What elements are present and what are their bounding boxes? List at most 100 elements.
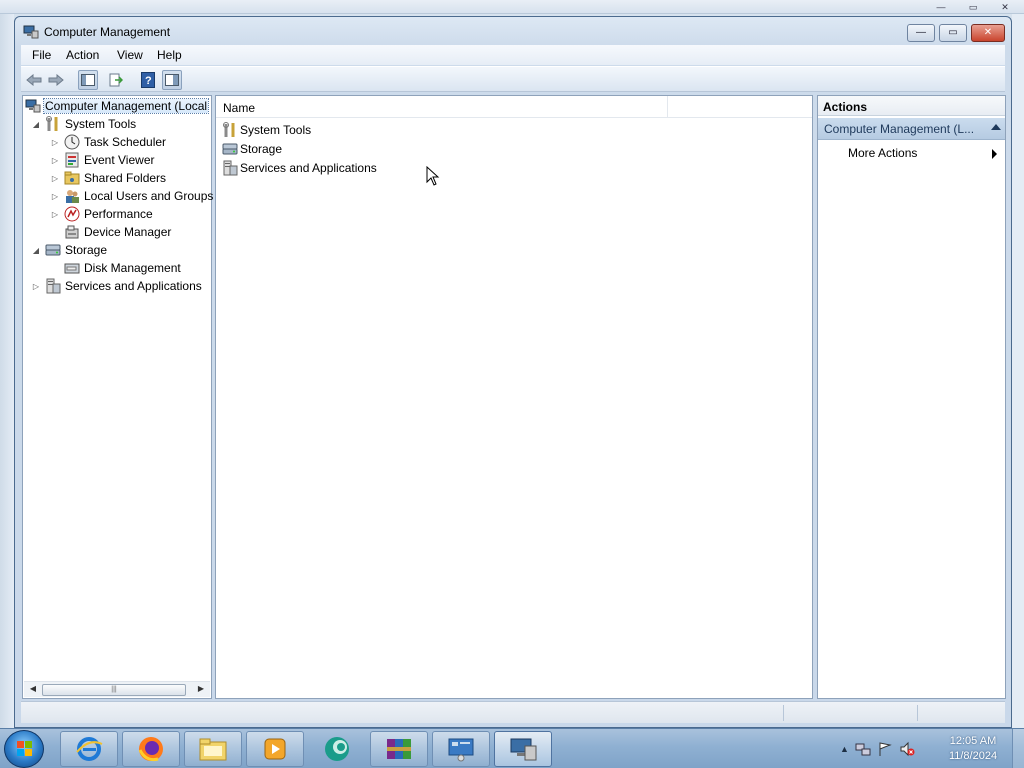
computer-management-icon xyxy=(510,738,537,761)
show-desktop-button[interactable] xyxy=(1012,729,1024,768)
tree-node-device-manager[interactable]: Device Manager xyxy=(64,223,172,241)
system-clock[interactable]: 12:05 AM 11/8/2024 xyxy=(940,734,1006,764)
disk-management-icon xyxy=(64,260,80,276)
taskbar-computer-management[interactable] xyxy=(494,731,552,767)
scroll-left-arrow-icon[interactable]: ◀ xyxy=(26,684,40,696)
taskbar-winrar[interactable] xyxy=(370,731,428,767)
services-icon xyxy=(45,278,61,294)
taskbar-file-explorer[interactable] xyxy=(184,731,242,767)
background-window-titlebar: — ▭ ✕ xyxy=(0,0,1024,14)
clock-time: 12:05 AM xyxy=(949,735,997,747)
clock-date: 11/8/2024 xyxy=(948,750,998,762)
scroll-right-arrow-icon[interactable]: ▶ xyxy=(194,684,208,696)
back-arrow-icon[interactable] xyxy=(24,70,44,90)
list-item-services-applications[interactable]: Services and Applications xyxy=(222,159,377,177)
expand-arrow-icon[interactable]: ▷ xyxy=(50,210,60,219)
minimize-button[interactable]: — xyxy=(907,24,935,42)
tree-node-disk-management[interactable]: Disk Management xyxy=(64,259,182,277)
tree-node-local-users-groups[interactable]: ▷ Local Users and Groups xyxy=(50,187,214,205)
show-hide-console-tree-icon[interactable] xyxy=(78,70,98,90)
bg-minimize-icon[interactable]: — xyxy=(930,2,952,12)
event-viewer-icon xyxy=(64,152,80,168)
start-button[interactable] xyxy=(4,730,44,768)
tree-node-event-viewer[interactable]: ▷ Event Viewer xyxy=(50,151,155,169)
expand-arrow-icon[interactable]: ▷ xyxy=(50,192,60,201)
folder-icon xyxy=(199,738,227,761)
media-player-icon xyxy=(264,738,286,760)
collapse-arrow-icon[interactable]: ◢ xyxy=(31,120,41,129)
menu-view[interactable]: View xyxy=(117,48,143,62)
column-header: Name xyxy=(216,96,812,118)
bg-maximize-icon[interactable]: ▭ xyxy=(962,2,984,12)
menu-action[interactable]: Action xyxy=(66,48,99,62)
tree-node-storage[interactable]: ◢ Storage xyxy=(31,241,108,259)
device-manager-icon xyxy=(64,224,80,240)
maximize-button[interactable]: ▭ xyxy=(939,24,967,42)
tree-node-performance[interactable]: ▷ Performance xyxy=(50,205,154,223)
expand-arrow-icon[interactable]: ▷ xyxy=(50,138,60,147)
volume-muted-icon[interactable] xyxy=(899,741,915,757)
show-hidden-icons-icon[interactable]: ▲ xyxy=(840,744,849,754)
show-hide-action-pane-icon[interactable] xyxy=(162,70,182,90)
taskbar-control-panel[interactable] xyxy=(432,731,490,767)
close-button[interactable]: ✕ xyxy=(971,24,1005,42)
bg-close-icon[interactable]: ✕ xyxy=(994,2,1016,12)
computer-management-window: Computer Management — ▭ ✕ File Action Vi… xyxy=(14,16,1012,728)
firefox-icon xyxy=(138,737,163,762)
action-center-flag-icon[interactable] xyxy=(877,741,893,757)
shared-folder-icon xyxy=(64,170,80,186)
expand-arrow-icon[interactable]: ▷ xyxy=(50,156,60,165)
tree-node-shared-folders[interactable]: ▷ Shared Folders xyxy=(50,169,167,187)
tools-icon xyxy=(45,116,61,132)
system-tray: ▲ xyxy=(840,735,915,763)
status-bar xyxy=(21,701,1005,723)
taskbar-app-circle[interactable] xyxy=(308,731,366,767)
expand-arrow-icon[interactable]: ▷ xyxy=(31,282,41,291)
status-divider xyxy=(917,705,918,721)
expand-arrow-icon[interactable]: ▷ xyxy=(50,174,60,183)
computer-management-icon xyxy=(25,98,41,114)
submenu-arrow-icon xyxy=(992,149,997,159)
storage-icon xyxy=(45,242,61,258)
actions-section-computer-management[interactable]: Computer Management (L... xyxy=(818,118,1005,140)
taskbar-media-player[interactable] xyxy=(246,731,304,767)
taskbar-internet-explorer[interactable] xyxy=(60,731,118,767)
menu-help[interactable]: Help xyxy=(157,48,182,62)
status-divider xyxy=(783,705,784,721)
services-icon xyxy=(222,160,238,176)
tree-node-services-applications[interactable]: ▷ Services and Applications xyxy=(31,277,203,295)
results-pane[interactable]: Name System Tools Storage Services and A… xyxy=(215,95,813,699)
performance-icon xyxy=(64,206,80,222)
clock-icon xyxy=(64,134,80,150)
users-icon xyxy=(64,188,80,204)
tree-node-task-scheduler[interactable]: ▷ Task Scheduler xyxy=(50,133,167,151)
list-item-system-tools[interactable]: System Tools xyxy=(222,121,311,139)
help-icon[interactable]: ? xyxy=(138,70,158,90)
background-window-edge xyxy=(0,14,14,728)
collapse-up-icon[interactable] xyxy=(991,124,1001,130)
menu-file[interactable]: File xyxy=(32,48,51,62)
tree-node-computer-management[interactable]: Computer Management (Local xyxy=(25,97,210,115)
title-bar[interactable]: Computer Management — ▭ ✕ xyxy=(15,17,1011,47)
internet-explorer-icon xyxy=(76,737,103,761)
console-tree-pane[interactable]: Computer Management (Local ◢ System Tool… xyxy=(22,95,214,699)
background-window-edge-right xyxy=(1012,14,1024,728)
scrollbar-thumb[interactable]: ||| xyxy=(42,684,186,696)
tree-horizontal-scrollbar[interactable]: ◀ ||| ▶ xyxy=(24,681,210,697)
svg-text:?: ? xyxy=(145,75,152,87)
export-list-icon[interactable] xyxy=(106,70,126,90)
list-item-storage[interactable]: Storage xyxy=(222,140,282,158)
column-separator[interactable] xyxy=(667,96,668,118)
actions-pane: Actions Computer Management (L... More A… xyxy=(817,95,1006,699)
tree-node-system-tools[interactable]: ◢ System Tools xyxy=(31,115,137,133)
collapse-arrow-icon[interactable]: ◢ xyxy=(31,246,41,255)
mouse-cursor-icon xyxy=(426,165,440,189)
windows-logo-icon xyxy=(17,741,32,756)
more-actions-item[interactable]: More Actions xyxy=(848,146,917,160)
winrar-icon xyxy=(387,739,411,759)
app-circle-icon xyxy=(325,737,349,761)
column-header-name[interactable]: Name xyxy=(223,101,255,115)
taskbar-firefox[interactable] xyxy=(122,731,180,767)
network-icon[interactable] xyxy=(855,741,871,757)
forward-arrow-icon[interactable] xyxy=(46,70,66,90)
